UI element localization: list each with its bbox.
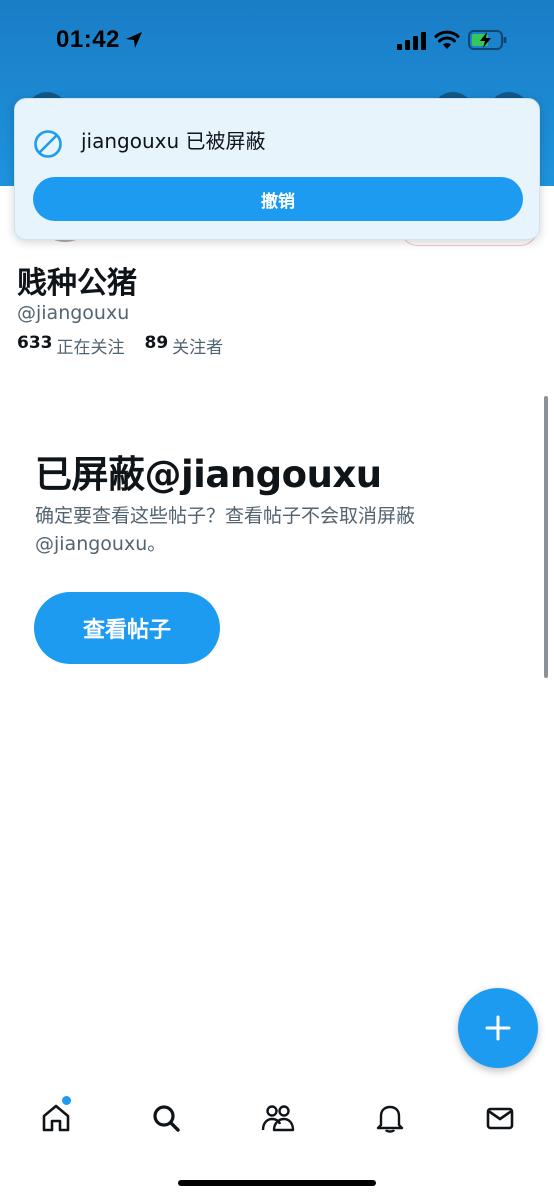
location-arrow-icon <box>126 32 142 48</box>
status-bar: 01:42 <box>0 0 554 82</box>
profile-handle: @jiangouxu <box>17 302 130 324</box>
tab-home[interactable] <box>36 1098 76 1138</box>
cellular-signal-icon <box>397 32 426 50</box>
search-icon <box>153 1105 180 1132</box>
blocked-icon <box>34 130 62 158</box>
blocked-toast: jiangouxu 已被屏蔽 撤销 <box>14 98 540 240</box>
home-notification-dot <box>62 1096 71 1105</box>
mail-icon <box>486 1107 514 1130</box>
profile-stats: 633 正在关注 89 关注者 <box>17 333 223 358</box>
followers-label[interactable]: 关注者 <box>172 333 223 358</box>
battery-charging-icon <box>468 30 507 50</box>
compose-button[interactable] <box>458 988 538 1068</box>
following-label[interactable]: 正在关注 <box>57 333 125 358</box>
home-icon <box>42 1104 70 1132</box>
scrollbar[interactable] <box>544 396 548 678</box>
wifi-icon <box>434 30 460 49</box>
tab-search[interactable] <box>146 1098 186 1138</box>
undo-button[interactable]: 撤销 <box>33 177 523 221</box>
tab-messages[interactable] <box>480 1098 520 1138</box>
blocked-title: 已屏蔽@jiangouxu <box>35 453 382 496</box>
tab-communities[interactable] <box>258 1098 298 1138</box>
view-posts-button[interactable]: 查看帖子 <box>34 592 220 664</box>
tab-notifications[interactable] <box>370 1098 410 1138</box>
profile-display-name: 贱种公猪 <box>17 266 137 301</box>
following-count[interactable]: 633 <box>17 333 53 358</box>
home-indicator <box>178 1180 376 1186</box>
status-time: 01:42 <box>56 26 120 53</box>
plus-icon <box>485 1015 511 1041</box>
bell-icon <box>376 1105 404 1133</box>
bottom-tab-bar <box>0 1084 554 1154</box>
communities-icon <box>261 1105 295 1132</box>
followers-count[interactable]: 89 <box>145 333 169 358</box>
toast-message: jiangouxu 已被屏蔽 <box>81 129 266 153</box>
blocked-description: 确定要查看这些帖子？查看帖子不会取消屏蔽 @jiangouxu。 <box>35 505 416 555</box>
